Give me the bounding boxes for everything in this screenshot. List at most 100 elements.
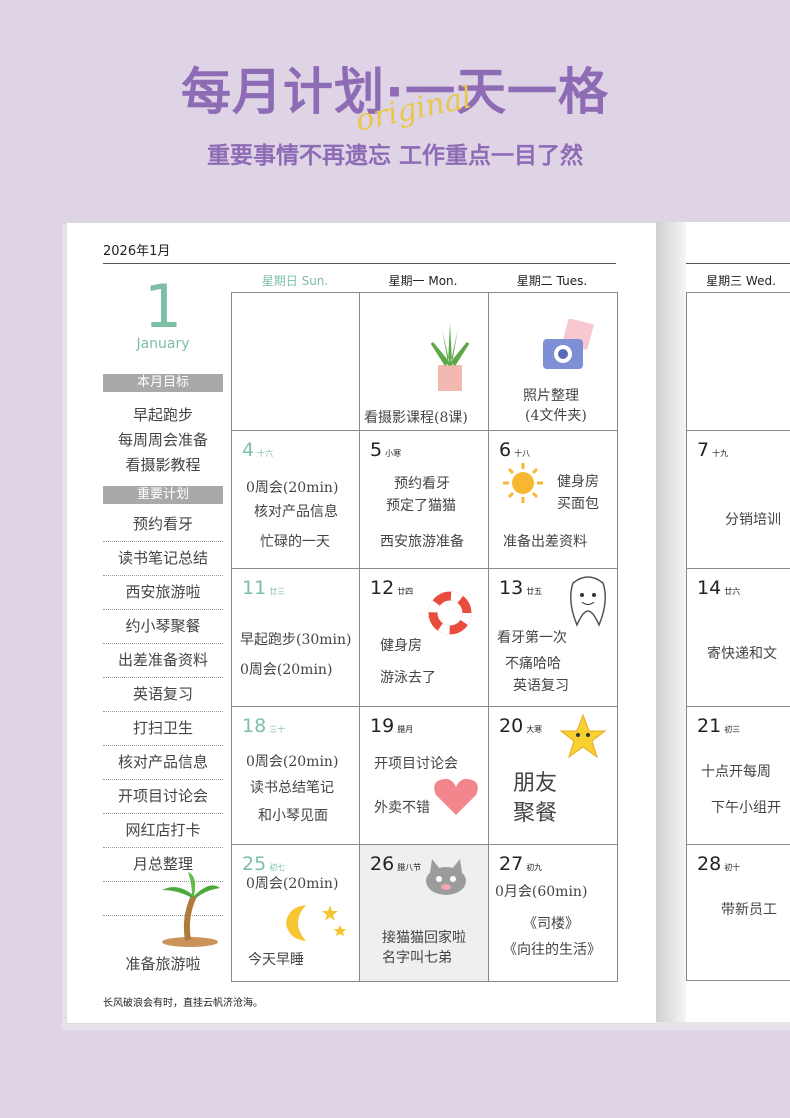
note: 带新员工 [721, 902, 777, 918]
cat-icon [426, 859, 466, 895]
day-cell[interactable]: 6 十八 健身房 买面包 准备出差资料 [489, 431, 617, 569]
day-number: 27 初九 [499, 853, 543, 875]
note: 健身房 [380, 638, 422, 654]
day-cell[interactable]: 21 初三 十点开每周 下午小组开 [687, 707, 790, 845]
day-cell[interactable]: 7 十九 分销培训 [687, 431, 790, 569]
day-number: 26 腊八节 [370, 853, 422, 875]
aloe-plant-icon [430, 323, 470, 391]
day-number: 20 大寒 [499, 715, 543, 737]
note: 游泳去了 [380, 670, 436, 686]
camera-icon [543, 319, 594, 369]
day-cell[interactable]: 5 小寒 预约看牙 预定了猫猫 西安旅游准备 [360, 431, 489, 569]
day-cell[interactable]: 19 腊月 开项目讨论会 外卖不错 [360, 707, 489, 845]
lifebuoy-icon [428, 591, 472, 635]
day-cell[interactable]: 27 初九 0月会(60min) 《司楼》 《向往的生活》 [489, 845, 617, 981]
month-name: January [136, 336, 190, 352]
note: 不痛哈哈 [505, 656, 561, 672]
note: 名字叫七弟 [382, 950, 452, 966]
header-rule [103, 263, 616, 264]
right-calendar-column: 7 十九 分销培训 14 廿六 寄快递和文 21 初三 十点开每周 下午小组开 28 初… [686, 292, 790, 981]
note: 英语复习 [513, 678, 569, 694]
heart-icon [434, 778, 478, 815]
banner-subtitle: 重要事情不再遗忘 工作重点一目了然 [206, 143, 583, 169]
note: 聚餐 [513, 801, 558, 826]
note: 准备出差资料 [503, 534, 587, 550]
note: 早起跑步(30min) [240, 632, 352, 648]
day-cell[interactable]: 4 十六 0周会(20min) 核对产品信息 忙碌的一天 [232, 431, 360, 569]
plan-item: 读书笔记总结 [103, 541, 223, 576]
goals-header: 本月目标 [103, 374, 223, 392]
right-header-rule [686, 263, 790, 264]
plan-item: 西安旅游啦 [103, 575, 223, 610]
day-number: 11 廿三 [242, 577, 286, 599]
note: 看牙第一次 [497, 630, 567, 646]
star-icon [559, 713, 607, 759]
sun-icon [503, 463, 543, 503]
plan-item: 约小琴聚餐 [103, 609, 223, 644]
goal-item: 看摄影教程 [125, 456, 201, 474]
note: 《向往的生活》 [503, 942, 601, 958]
note: 下午小组开 [711, 800, 781, 816]
day-number: 14 廿六 [697, 577, 741, 599]
weekday-header-wed: 星期三 Wed. [706, 274, 776, 288]
note: 预定了猫猫 [386, 498, 456, 514]
note: 0周会(20min) [240, 662, 333, 678]
day-cell[interactable] [687, 293, 790, 431]
day-cell[interactable]: 11 廿三 早起跑步(30min) 0周会(20min) [232, 569, 360, 707]
note: 读书总结笔记 [250, 780, 334, 796]
plan-item: 开项目讨论会 [103, 779, 223, 814]
month-number: 1 [143, 272, 183, 342]
note: 0周会(20min) [246, 754, 339, 770]
year-month-label: 2026年1月 [103, 244, 171, 259]
note: 0周会(20min) [246, 480, 339, 496]
moon-icon [286, 905, 346, 941]
day-number: 12 廿四 [370, 577, 414, 599]
day-cell[interactable]: 18 三十 0周会(20min) 读书总结笔记 和小琴见面 [232, 707, 360, 845]
day-cell[interactable]: 26 腊八节 接猫猫回家啦 名字叫七弟 [360, 845, 489, 981]
day-cell[interactable]: 看摄影课程(8课) [360, 293, 489, 431]
note: 忙碌的一天 [260, 534, 330, 550]
note: 《司楼》 [523, 916, 579, 932]
palm-tree-icon [162, 872, 220, 947]
note: 健身房 [557, 474, 599, 490]
note: 0周会(20min) [246, 876, 339, 892]
note: (4文件夹) [525, 408, 587, 424]
note: 买面包 [557, 496, 599, 512]
plan-item: 出差准备资料 [103, 643, 223, 678]
weekday-header-sun: 星期日 Sun. [261, 274, 329, 288]
note: 0月会(60min) [495, 884, 588, 900]
note: 寄快递和文 [707, 646, 777, 662]
note: 接猫猫回家啦 [382, 930, 466, 946]
day-cell[interactable]: 25 初七 0周会(20min) 今天早睡 [232, 845, 360, 981]
planner-spine [656, 222, 686, 1022]
day-number: 6 十八 [499, 439, 531, 461]
goal-item: 早起跑步 [132, 406, 193, 424]
day-number: 5 小寒 [370, 439, 402, 461]
plan-item: 预约看牙 [103, 507, 223, 542]
plans-header: 重要计划 [103, 486, 223, 504]
footer-quote: 长风破浪会有时，直挂云帆济沧海。 [103, 998, 263, 1009]
plan-item: 准备旅游啦 [125, 955, 201, 973]
calendar-grid: 看摄影课程(8课) 照片整理 (4文件夹) 4 十六 0周会(20min) 核对产… [231, 292, 618, 982]
day-cell[interactable]: 20 大寒 朋友 聚餐 [489, 707, 617, 845]
day-number: 18 三十 [242, 715, 286, 737]
plan-item: 打扫卫生 [103, 711, 223, 746]
day-cell[interactable]: 13 廿五 看牙第一次 不痛哈哈 英语复习 [489, 569, 617, 707]
day-cell[interactable] [232, 293, 360, 431]
tooth-icon [570, 576, 606, 627]
note: 核对产品信息 [254, 504, 338, 520]
note: 照片整理 [523, 388, 579, 404]
note: 预约看牙 [394, 476, 450, 492]
note: 开项目讨论会 [374, 756, 458, 772]
note: 西安旅游准备 [380, 534, 464, 550]
day-cell[interactable]: 14 廿六 寄快递和文 [687, 569, 790, 707]
day-number: 7 十九 [697, 439, 729, 461]
note: 和小琴见面 [258, 808, 328, 824]
day-number: 25 初七 [242, 853, 286, 875]
day-cell[interactable]: 12 廿四 健身房 游泳去了 [360, 569, 489, 707]
day-cell[interactable]: 28 初十 带新员工 [687, 845, 790, 981]
note: 十点开每周 [701, 764, 771, 780]
day-number: 4 十六 [242, 439, 274, 461]
day-number: 28 初十 [697, 853, 741, 875]
day-cell[interactable]: 照片整理 (4文件夹) [489, 293, 617, 431]
